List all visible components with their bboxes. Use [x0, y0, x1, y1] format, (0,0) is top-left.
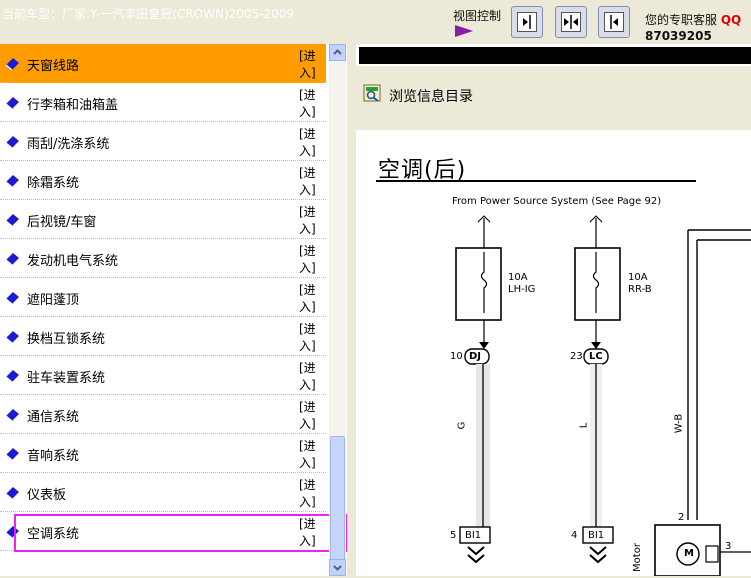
connector-code: BI1	[465, 530, 482, 541]
connector-code: DJ	[469, 351, 482, 362]
motor-label: Motor	[631, 543, 643, 572]
motor-pin: 2	[678, 512, 685, 523]
connector-pin: 10	[450, 351, 463, 362]
connector-pin: 5	[450, 530, 457, 541]
connector-code: LC	[589, 351, 603, 362]
fuse-2-amp: 10A	[628, 272, 648, 283]
fuse-1-name: LH-IG	[508, 284, 536, 295]
fuse-2-name: RR-B	[628, 284, 652, 295]
wire-color-label: W-B	[673, 413, 685, 434]
motor-pin: 3	[725, 541, 732, 552]
connector-pin: 23	[570, 351, 583, 362]
wire-color-label: L	[578, 422, 590, 429]
motor-symbol: M	[684, 548, 694, 559]
fuse-1-amp: 10A	[508, 272, 528, 283]
wire-color-label: G	[456, 421, 468, 430]
connector-code: BI1	[588, 530, 605, 541]
connector-pin: 4	[571, 530, 578, 541]
